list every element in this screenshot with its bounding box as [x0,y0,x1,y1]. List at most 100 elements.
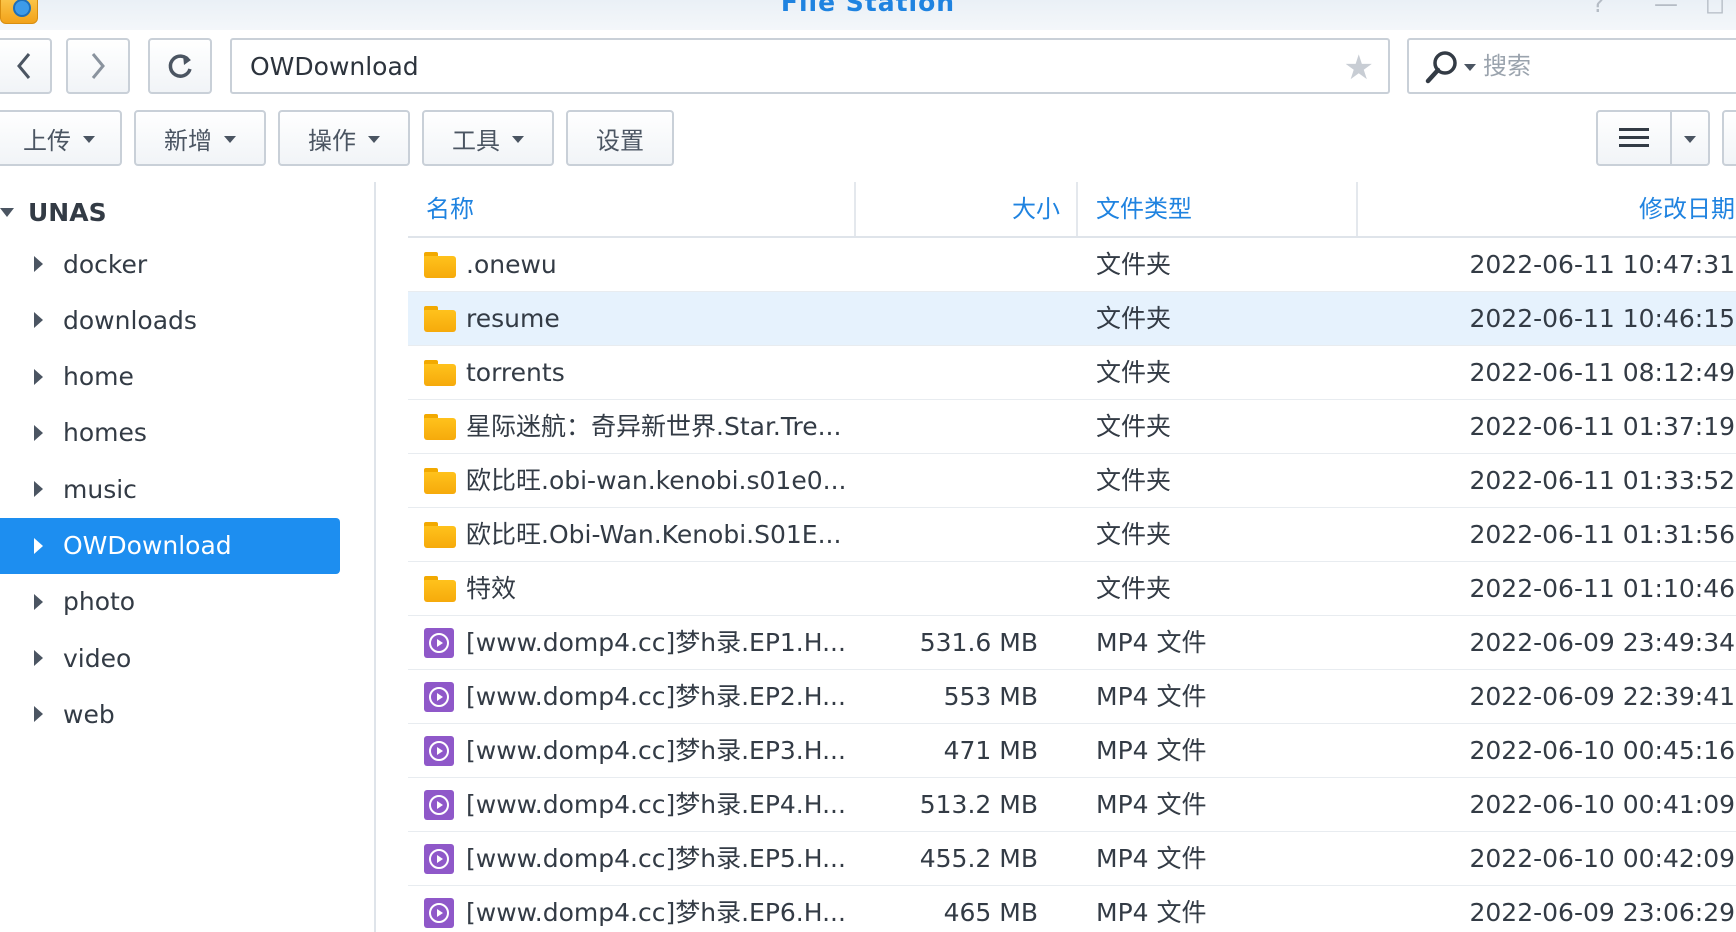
folder-icon [424,306,456,332]
file-name: [www.domp4.cc]梦h录.EP3.H... [466,736,846,765]
upload-button[interactable]: 上传 [0,110,122,166]
file-row[interactable]: [www.domp4.cc]梦h录.EP3.H... 471 MB MP4 文件 20… [408,724,1736,778]
extra-toolbar-button[interactable] [1722,110,1736,166]
file-row[interactable]: 星际迷航：奇异新世界.Star.Tre... 文件夹 2022-06-11 01:3… [408,400,1736,454]
file-modified: 2022-06-11 01:31:56 [1469,520,1735,549]
expand-triangle-icon[interactable] [0,207,14,217]
search-icon[interactable] [1425,50,1459,84]
tree-item-label: video [63,643,132,673]
file-size [838,238,1038,291]
file-row[interactable]: [www.domp4.cc]梦h录.EP1.H... 531.6 MB MP4 文件… [408,616,1736,670]
file-row[interactable]: resume 文件夹 2022-06-11 10:46:15 [408,292,1736,346]
file-row[interactable]: 特效 文件夹 2022-06-11 01:10:46 [408,562,1736,616]
video-file-icon [424,628,454,658]
file-row[interactable]: 欧比旺.obi-wan.kenobi.s01e0... 文件夹 2022-06-11… [408,454,1736,508]
file-name: 欧比旺.obi-wan.kenobi.s01e0... [466,466,846,495]
back-button[interactable] [0,38,52,94]
search-options-chevron-icon[interactable] [1464,64,1476,71]
tree-item-home[interactable]: home [0,349,340,405]
tools-button[interactable]: 工具 [422,110,554,166]
refresh-button[interactable] [148,38,212,94]
file-name: 特效 [466,574,517,603]
expand-triangle-icon[interactable] [34,481,43,498]
favorite-star-icon[interactable]: ★ [1344,48,1374,88]
column-resizer[interactable] [1076,182,1078,236]
column-header-name[interactable]: 名称 [426,182,474,238]
video-file-icon [424,898,454,928]
video-file-icon [424,682,454,712]
pane-divider[interactable] [374,182,376,932]
file-name: 欧比旺.Obi-Wan.Kenobi.S01E... [466,520,842,549]
expand-triangle-icon[interactable] [34,312,43,329]
forward-button[interactable] [66,38,130,94]
settings-button[interactable]: 设置 [566,110,674,166]
view-mode-dropdown[interactable] [1670,110,1710,166]
file-size [838,508,1038,561]
file-row[interactable]: .onewu 文件夹 2022-06-11 10:47:31 [408,238,1736,292]
tree-item-label: docker [63,249,148,279]
file-name: [www.domp4.cc]梦h录.EP2.H... [466,682,846,711]
refresh-icon [168,54,192,78]
settings-label: 设置 [596,126,644,155]
file-size [838,562,1038,615]
search-input[interactable] [1483,50,1733,82]
title-bar: File Station ? — ◻ [0,0,1736,30]
tree-item-docker[interactable]: docker [0,236,340,292]
tree-item-music[interactable]: music [0,461,340,517]
expand-triangle-icon[interactable] [34,537,43,554]
column-header-type[interactable]: 文件类型 [1096,182,1192,238]
path-bar[interactable]: OWDownload ★ [230,38,1390,94]
action-button[interactable]: 操作 [278,110,410,166]
expand-triangle-icon[interactable] [34,368,43,385]
file-row[interactable]: [www.domp4.cc]梦h录.EP2.H... 553 MB MP4 文件 20… [408,670,1736,724]
file-name: [www.domp4.cc]梦h录.EP4.H... [466,790,846,819]
file-icon-cell [424,358,456,388]
minimize-icon[interactable]: — [1654,0,1678,18]
help-icon[interactable]: ? [1592,0,1605,18]
expand-triangle-icon[interactable] [34,706,43,723]
file-name: [www.domp4.cc]梦h录.EP1.H... [466,628,846,657]
tree-item-video[interactable]: video [0,630,340,686]
column-resizer[interactable] [1356,182,1358,236]
column-header-modified[interactable]: 修改日期 [1508,182,1735,238]
list-view-icon [1619,128,1649,147]
file-row[interactable]: torrents 文件夹 2022-06-11 08:12:49 [408,346,1736,400]
tree-item-homes[interactable]: homes [0,405,340,461]
file-icon-cell [424,250,456,280]
file-name: [www.domp4.cc]梦h录.EP5.H... [466,844,846,873]
column-header-size[interactable]: 大小 [868,182,1060,238]
tree-item-owdownload[interactable]: OWDownload [0,517,340,574]
folder-icon [424,576,456,602]
file-list: 名称 大小 文件类型 修改日期 .onewu 文件夹 2022-06-11 10:4… [408,182,1736,932]
column-resizer[interactable] [854,182,856,236]
maximize-icon[interactable]: ◻ [1705,0,1725,18]
file-row[interactable]: [www.domp4.cc]梦h录.EP6.H... 465 MB MP4 文件 20… [408,886,1736,932]
view-mode-button[interactable] [1596,110,1672,166]
folder-icon [424,414,456,440]
tree-item-photo[interactable]: photo [0,574,340,630]
expand-triangle-icon[interactable] [34,650,43,667]
tree-item-label: music [63,474,137,504]
tree-root-unas[interactable]: UNAS [0,192,107,232]
file-modified: 2022-06-11 01:10:46 [1469,574,1735,603]
search-box[interactable] [1407,38,1736,94]
chevron-down-icon [1684,135,1696,143]
tree-item-downloads[interactable]: downloads [0,292,340,348]
file-size: 513.2 MB [919,790,1038,819]
create-button[interactable]: 新增 [134,110,266,166]
tree-item-label: downloads [63,305,197,335]
file-size [838,454,1038,507]
file-icon-cell [424,466,456,496]
expand-triangle-icon[interactable] [34,424,43,441]
tree-item-web[interactable]: web [0,686,340,742]
expand-triangle-icon[interactable] [34,256,43,272]
expand-triangle-icon[interactable] [34,593,43,610]
file-row[interactable]: 欧比旺.Obi-Wan.Kenobi.S01E... 文件夹 2022-06-11 … [408,508,1736,562]
chevron-down-icon [368,135,380,143]
file-icon-cell [424,520,456,550]
upload-label: 上传 [23,126,71,155]
file-row[interactable]: [www.domp4.cc]梦h录.EP4.H... 513.2 MB MP4 文件… [408,778,1736,832]
file-row[interactable]: [www.domp4.cc]梦h录.EP5.H... 455.2 MB MP4 文件… [408,832,1736,886]
file-size [838,346,1038,399]
file-name: [www.domp4.cc]梦h录.EP6.H... [466,898,846,927]
